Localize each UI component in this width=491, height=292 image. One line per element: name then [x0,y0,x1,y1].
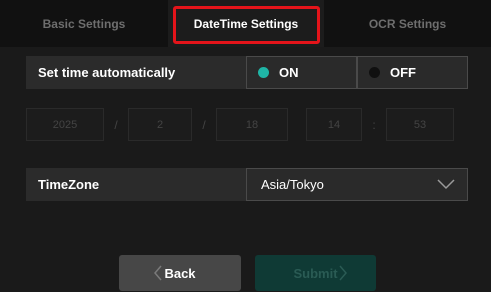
submit-button[interactable]: Submit [255,255,376,291]
submit-button-label: Submit [293,265,338,281]
day-field[interactable]: 18 [216,108,288,141]
auto-time-on-label: ON [279,65,299,80]
chevron-down-icon [437,179,455,190]
set-time-automatically-label: Set time automatically [26,56,246,89]
hour-field[interactable]: 14 [306,108,362,141]
timezone-label: TimeZone [26,168,246,201]
tab-datetime-settings[interactable]: DateTime Settings [168,0,324,47]
chevron-right-icon [339,265,347,281]
date-separator: / [114,117,118,132]
auto-time-on-option[interactable]: ON [246,56,357,89]
auto-time-off-option[interactable]: OFF [357,56,468,89]
timezone-value: Asia/Tokyo [261,177,324,192]
time-separator: : [372,117,376,132]
radio-unselected-icon [369,67,380,78]
back-button-label: Back [164,265,196,281]
back-button[interactable]: Back [119,255,241,291]
chevron-left-icon [154,265,162,281]
timezone-select[interactable]: Asia/Tokyo [246,168,468,201]
auto-time-off-label: OFF [390,65,416,80]
tab-bar: Basic Settings DateTime Settings OCR Set… [0,0,491,47]
year-field[interactable]: 2025 [26,108,104,141]
radio-selected-icon [258,67,269,78]
tab-basic-settings[interactable]: Basic Settings [0,0,168,47]
date-separator: / [202,117,206,132]
tab-ocr-settings[interactable]: OCR Settings [324,0,491,47]
minute-field[interactable]: 53 [386,108,454,141]
month-field[interactable]: 2 [128,108,192,141]
